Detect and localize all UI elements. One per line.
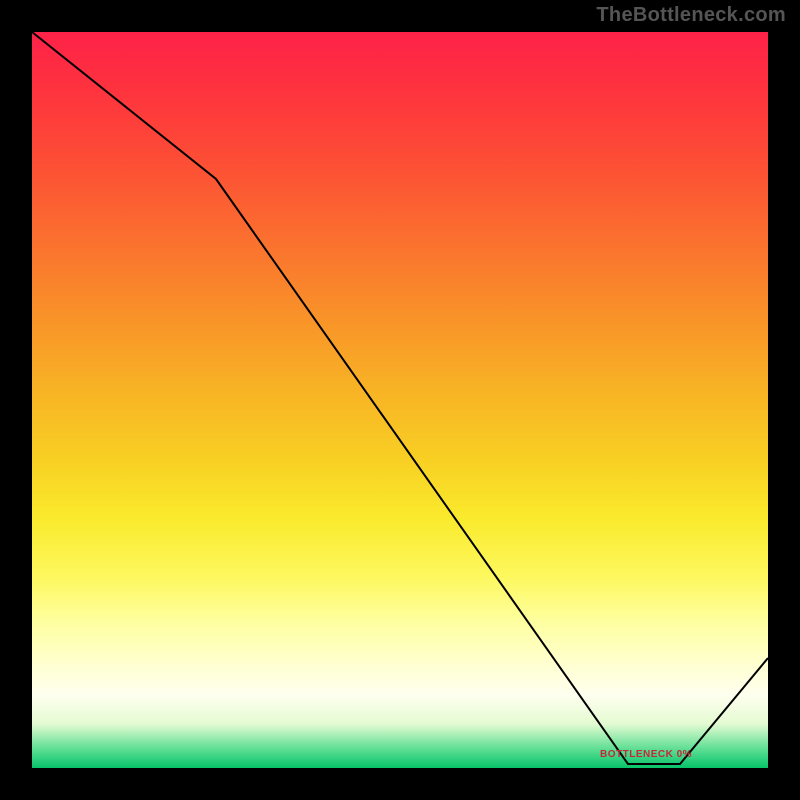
chart-line-overlay	[32, 32, 768, 768]
chart-plot-area: BOTTLENECK 0%	[32, 32, 768, 768]
attribution-label: TheBottleneck.com	[596, 4, 786, 27]
bottleneck-curve	[32, 32, 768, 764]
bottleneck-zero-label: BOTTLENECK 0%	[600, 749, 692, 760]
